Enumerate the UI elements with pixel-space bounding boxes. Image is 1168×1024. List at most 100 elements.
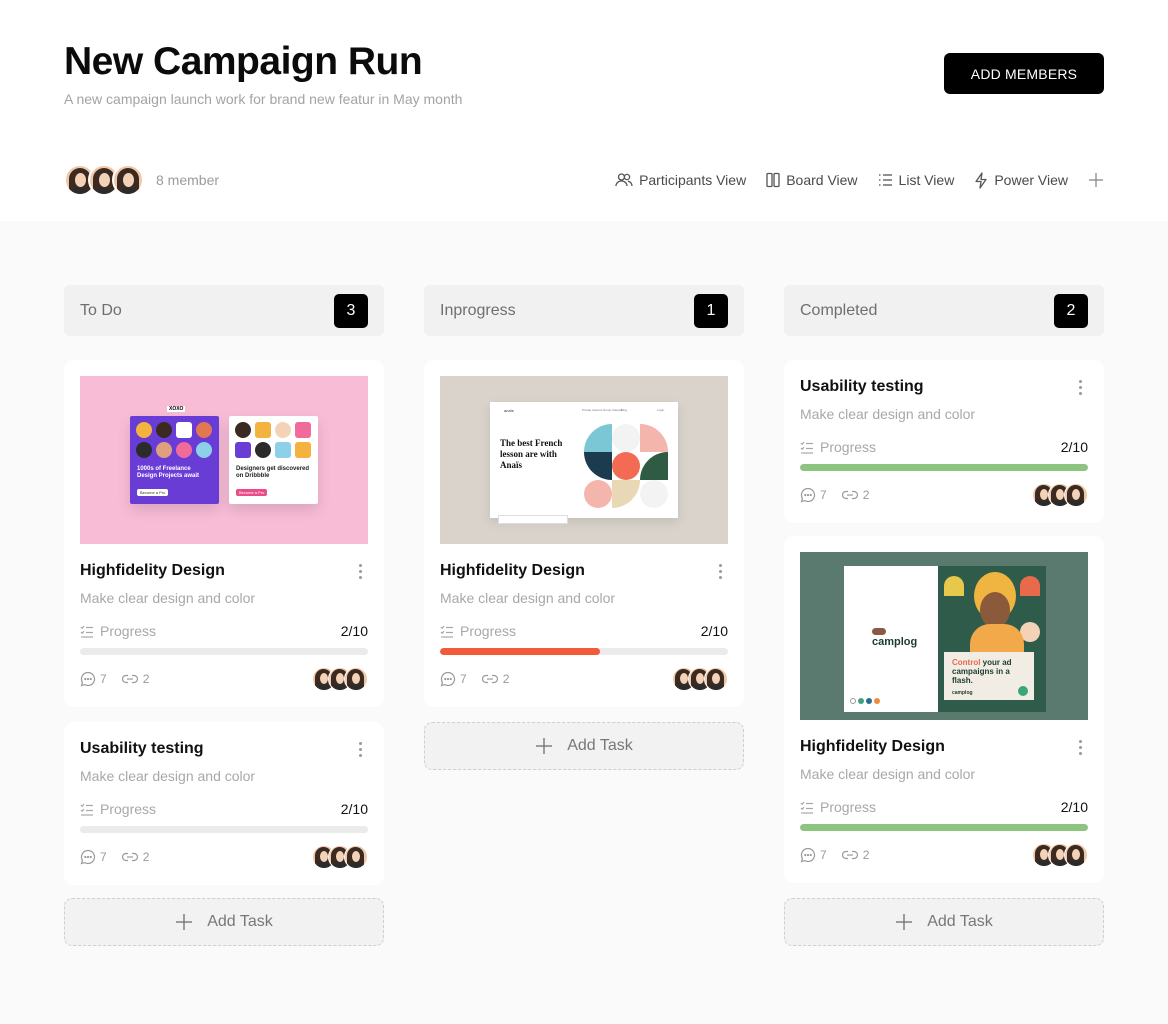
add-task-button[interactable]: Add Task bbox=[424, 722, 744, 770]
dribbble-designers-thumbnail: 1000s of Freelance Design Projects await… bbox=[80, 376, 368, 544]
comment-icon bbox=[80, 671, 96, 687]
comment-icon bbox=[440, 671, 456, 687]
more-icon[interactable] bbox=[712, 560, 728, 582]
link-count: 2 bbox=[502, 672, 510, 686]
progress-bar bbox=[440, 648, 728, 655]
progress-value: 2/10 bbox=[340, 801, 368, 817]
more-icon[interactable] bbox=[1072, 736, 1088, 758]
add-task-label: Add Task bbox=[207, 913, 273, 930]
column-todo: To Do 3 1000s of Freelance Design Projec… bbox=[64, 285, 384, 946]
top-bar: New Campaign Run A new campaign launch w… bbox=[0, 0, 1168, 221]
task-card[interactable]: Usability testing Make clear design and … bbox=[784, 360, 1104, 523]
thumb-text: Designers get discovered on Dribbble bbox=[236, 466, 310, 479]
add-task-label: Add Task bbox=[567, 737, 633, 754]
card-description: Make clear design and color bbox=[80, 590, 256, 606]
avatar bbox=[344, 845, 368, 869]
column-count-badge: 2 bbox=[1054, 293, 1088, 328]
link-count: 2 bbox=[862, 848, 870, 862]
column-count-badge: 1 bbox=[694, 293, 728, 328]
checklist-icon bbox=[440, 625, 453, 638]
more-icon[interactable] bbox=[352, 738, 368, 760]
progress-bar bbox=[800, 464, 1088, 471]
avatar bbox=[704, 667, 728, 691]
column-header: Inprogress 1 bbox=[424, 285, 744, 336]
task-card[interactable]: 1000s of Freelance Design Projects await… bbox=[64, 360, 384, 707]
view-label: Participants View bbox=[639, 172, 747, 188]
checklist-icon bbox=[80, 803, 93, 816]
progress-value: 2/10 bbox=[1060, 799, 1088, 815]
progress-bar bbox=[800, 824, 1088, 831]
checklist-icon bbox=[800, 441, 813, 454]
card-title: Usability testing bbox=[80, 740, 204, 757]
column-title: Completed bbox=[800, 301, 878, 319]
task-card[interactable]: camplog Control your ad campaigns in a f… bbox=[784, 536, 1104, 883]
plus-icon bbox=[896, 914, 913, 930]
list-icon bbox=[878, 174, 892, 186]
column-title: Inprogress bbox=[440, 301, 516, 319]
french-lesson-thumbnail: anaïs Private lessons Group classes Blog… bbox=[440, 376, 728, 544]
view-label: Power View bbox=[994, 172, 1068, 188]
thumb-logo: camplog bbox=[872, 636, 918, 648]
assignee-avatars[interactable] bbox=[1032, 843, 1088, 867]
column-header: To Do 3 bbox=[64, 285, 384, 336]
link-count: 2 bbox=[142, 850, 150, 864]
card-title: Highfidelity Design bbox=[440, 562, 585, 579]
thumb-headline-accent: Control bbox=[952, 658, 981, 667]
power-view-tab[interactable]: Power View bbox=[974, 171, 1068, 189]
more-icon[interactable] bbox=[1072, 376, 1088, 398]
card-description: Make clear design and color bbox=[80, 768, 256, 784]
view-label: Board View bbox=[786, 172, 858, 188]
progress-bar bbox=[80, 826, 368, 833]
card-title: Highfidelity Design bbox=[80, 562, 225, 579]
add-task-label: Add Task bbox=[927, 913, 993, 930]
column-header: Completed 2 bbox=[784, 285, 1104, 336]
assignee-avatars[interactable] bbox=[312, 845, 368, 869]
comment-count: 7 bbox=[460, 672, 467, 686]
checklist-icon bbox=[80, 625, 93, 638]
view-label: List View bbox=[898, 172, 955, 188]
card-description: Make clear design and color bbox=[800, 406, 976, 422]
add-view-button[interactable] bbox=[1088, 172, 1104, 188]
add-task-button[interactable]: Add Task bbox=[64, 898, 384, 946]
members-group[interactable]: 8 member bbox=[64, 164, 219, 196]
avatar bbox=[344, 667, 368, 691]
assignee-avatars[interactable] bbox=[1032, 483, 1088, 507]
progress-label: Progress bbox=[440, 623, 516, 639]
column-completed: Completed 2 Usability testing Make clear… bbox=[784, 285, 1104, 946]
link-icon bbox=[121, 674, 138, 684]
task-card[interactable]: anaïs Private lessons Group classes Blog… bbox=[424, 360, 744, 707]
column-title: To Do bbox=[80, 301, 122, 319]
link-count: 2 bbox=[142, 672, 150, 686]
avatar bbox=[112, 164, 144, 196]
link-icon bbox=[481, 674, 498, 684]
view-switcher: Participants View Board View List View P… bbox=[615, 168, 1104, 192]
thumb-badge: XOXO bbox=[167, 406, 186, 412]
link-icon bbox=[841, 490, 858, 500]
comment-count: 7 bbox=[100, 672, 107, 686]
comment-icon bbox=[800, 487, 816, 503]
column-inprogress: Inprogress 1 anaïs Private lessons Group… bbox=[424, 285, 744, 770]
card-description: Make clear design and color bbox=[440, 590, 616, 606]
member-avatars[interactable] bbox=[64, 164, 144, 196]
participants-view-tab[interactable]: Participants View bbox=[615, 172, 746, 188]
add-task-button[interactable]: Add Task bbox=[784, 898, 1104, 946]
assignee-avatars[interactable] bbox=[672, 667, 728, 691]
progress-value: 2/10 bbox=[340, 623, 368, 639]
thumb-nav: Blog bbox=[621, 408, 628, 412]
camplog-thumbnail: camplog Control your ad campaigns in a f… bbox=[800, 552, 1088, 720]
link-icon bbox=[841, 850, 858, 860]
plus-icon bbox=[176, 914, 193, 930]
thumb-logo: anaïs bbox=[504, 408, 514, 413]
list-view-tab[interactable]: List View bbox=[878, 172, 955, 188]
board-view-tab[interactable]: Board View bbox=[766, 172, 858, 188]
more-icon[interactable] bbox=[352, 560, 368, 582]
task-card[interactable]: Usability testing Make clear design and … bbox=[64, 722, 384, 885]
assignee-avatars[interactable] bbox=[312, 667, 368, 691]
progress-label: Progress bbox=[80, 623, 156, 639]
avatar bbox=[1064, 843, 1088, 867]
thumb-heading: The best French lesson are with Anaïs bbox=[500, 438, 563, 470]
add-members-button[interactable]: ADD MEMBERS bbox=[944, 53, 1104, 94]
thumb-brand: camplog bbox=[952, 690, 973, 696]
board-icon bbox=[766, 172, 780, 188]
progress-label: Progress bbox=[800, 799, 876, 815]
